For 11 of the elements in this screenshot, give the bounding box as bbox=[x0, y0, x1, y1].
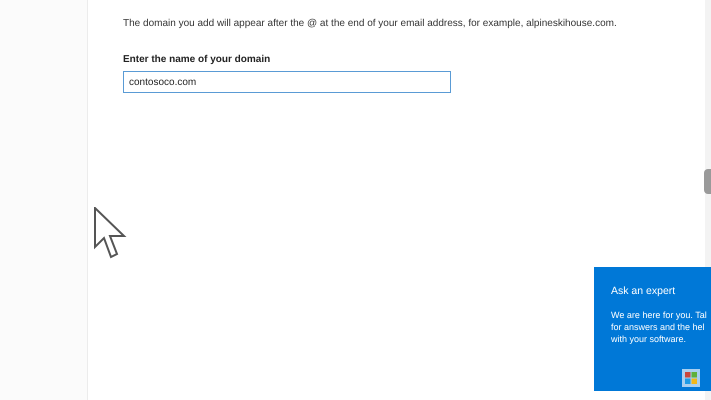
mouse-pointer-icon bbox=[94, 207, 128, 261]
field-label: Enter the name of your domain bbox=[123, 53, 270, 67]
logo-icon bbox=[685, 372, 697, 384]
panel-title: Ask an expert bbox=[611, 284, 676, 299]
panel-text-line: We are here for you. Tal bbox=[611, 308, 707, 321]
panel-text-line: for answers and the hel bbox=[611, 320, 705, 333]
logo-button[interactable] bbox=[682, 369, 700, 387]
scroll-handle[interactable] bbox=[704, 169, 711, 194]
panel-text-line: with your software. bbox=[611, 332, 686, 345]
domain-field[interactable]: contosoco.com bbox=[123, 71, 451, 93]
intro-text: The domain you add will appear after the @ at the end of your email address, for example, alpineskihouse.com. bbox=[123, 17, 617, 31]
